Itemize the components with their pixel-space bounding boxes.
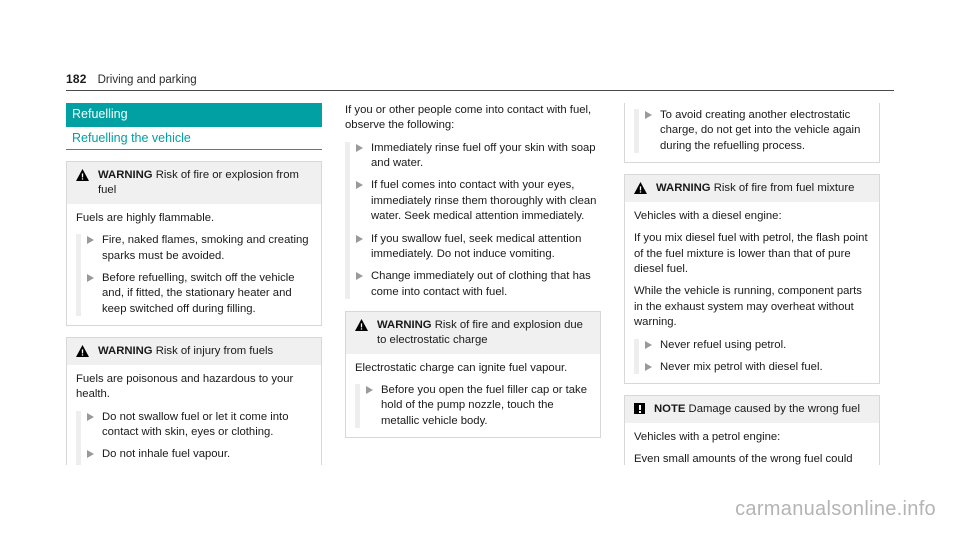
subsection-heading-refuelling-vehicle: Refuelling the vehicle <box>66 130 322 150</box>
bullet-list: Never refuel using petrol. Never mix pet… <box>634 338 871 376</box>
triangle-bullet-icon <box>366 386 374 395</box>
callout-body: To avoid creating another electrostatic … <box>625 103 879 162</box>
callout-body: Electrostatic charge can ignite fuel vap… <box>346 354 600 437</box>
triangle-bullet-icon <box>645 111 653 119</box>
site-watermark: carmanualsonline.info <box>735 498 936 520</box>
callout-header: WARNING Risk of fire and explosion due t… <box>346 311 600 354</box>
list-item: Before you open the fuel filler cap or t… <box>355 383 592 429</box>
callout-body: Fuels are poisonous and hazardous to you… <box>67 365 321 465</box>
callout-label: NOTE <box>654 403 686 416</box>
list-item-text: Change immediately out of clothing that … <box>371 270 591 298</box>
warning-triangle-icon <box>634 182 647 195</box>
triangle-bullet-icon <box>87 236 95 245</box>
list-item-text: Immediately rinse fuel off your skin wit… <box>371 141 596 170</box>
column-2: If you or other people come into contact… <box>345 103 601 465</box>
note-exclamation-icon <box>634 403 645 415</box>
callout-intro: Vehicles with a diesel engine: <box>634 209 782 222</box>
callout-label: WARNING <box>656 182 711 195</box>
warning-triangle-icon <box>76 344 89 357</box>
triangle-bullet-icon <box>87 450 95 459</box>
list-item-text: Do not swallow fuel or let it come into … <box>102 410 289 438</box>
list-item: Do not swallow fuel or let it come into … <box>76 410 313 441</box>
list-item: Immediately rinse fuel off your skin wit… <box>345 141 601 172</box>
callout-header: WARNING Risk of fire from fuel mixture <box>625 175 879 202</box>
list-item: To avoid creating another electrostatic … <box>634 108 871 154</box>
callout-title-text: Damage caused by the wrong fuel <box>688 403 860 416</box>
manual-page: 182 Driving and parking Refuelling Refue… <box>0 0 960 533</box>
callout-warning-electrostatic: WARNING Risk of fire and explosion due t… <box>345 310 601 439</box>
list-item-text: If you swallow fuel, seek medical atten­… <box>371 232 582 260</box>
triangle-bullet-icon <box>356 181 364 190</box>
callout-intro: Electrostatic charge can ignite fuel vap… <box>355 361 568 374</box>
bullet-list: Before you open the fuel filler cap or t… <box>355 383 592 429</box>
triangle-bullet-icon <box>87 412 95 421</box>
callout-title: WARNING Risk of injury from fuels <box>98 344 273 359</box>
callout-intro: Vehicles with a petrol engine: <box>634 431 781 444</box>
callout-title-text: Risk of fire from fuel mixture <box>713 182 855 195</box>
warning-triangle-icon <box>355 318 368 331</box>
bullet-list: To avoid creating another electrostatic … <box>634 108 871 154</box>
callout-electrostatic-continued: To avoid creating another electrostatic … <box>624 103 880 164</box>
list-item: Before refuelling, switch off the vehicl… <box>76 271 313 317</box>
callout-warning-fire: WARNING Risk of fire or explosion from f… <box>66 161 322 326</box>
callout-header: NOTE Damage caused by the wrong fuel <box>625 396 879 424</box>
list-item: If you swallow fuel, seek medical atten­… <box>345 232 601 263</box>
callout-label: WARNING <box>377 318 432 331</box>
list-item: If fuel comes into contact with your eye… <box>345 178 601 224</box>
page-number: 182 <box>66 72 87 86</box>
contact-bullet-list: Immediately rinse fuel off your skin wit… <box>345 141 601 300</box>
triangle-bullet-icon <box>356 143 364 152</box>
triangle-bullet-icon <box>356 272 364 281</box>
callout-warning-fuel-mixture: WARNING Risk of fire from fuel mixture V… <box>624 174 880 385</box>
callout-body: Vehicles with a diesel engine: If you mi… <box>625 202 879 383</box>
triangle-bullet-icon <box>87 273 95 282</box>
callout-paragraph: Even small amounts of the wrong fuel cou… <box>634 453 853 465</box>
callout-title: WARNING Risk of fire from fuel mixture <box>656 181 854 196</box>
callout-label: WARNING <box>98 344 153 357</box>
bullet-list: Fire, naked flames, smoking and creating… <box>76 233 313 317</box>
callout-paragraph: While the vehicle is running, component … <box>634 285 862 329</box>
list-item: Never refuel using petrol. <box>634 338 871 353</box>
list-item: Fire, naked flames, smoking and creating… <box>76 233 313 264</box>
list-item: Do not inhale fuel vapour. <box>76 447 313 462</box>
list-item-text: Fire, naked flames, smoking and creating… <box>102 234 309 262</box>
callout-label: WARNING <box>98 169 153 181</box>
triangle-bullet-icon <box>356 234 364 243</box>
list-item-text: Before you open the fuel filler cap or t… <box>381 384 587 427</box>
callout-title: WARNING Risk of fire and explosion due t… <box>377 318 592 348</box>
callout-note-wrong-fuel: NOTE Damage caused by the wrong fuel Veh… <box>624 395 880 465</box>
list-item-text: Before refuelling, switch off the vehicl… <box>102 271 295 315</box>
column-3: To avoid creating another electrostatic … <box>624 103 880 465</box>
list-item-text: Do not inhale fuel vapour. <box>102 448 231 461</box>
list-item-text: Never mix petrol with diesel fuel. <box>660 360 823 373</box>
column-1: Refuelling Refuelling the vehicle WARNIN… <box>66 103 322 465</box>
contact-intro-paragraph: If you or other people come into contact… <box>345 104 592 132</box>
callout-intro: Fuels are highly flammable. <box>76 211 215 224</box>
three-column-body: Refuelling Refuelling the vehicle WARNIN… <box>66 103 896 465</box>
list-item: Never mix petrol with diesel fuel. <box>634 360 871 375</box>
triangle-bullet-icon <box>645 362 653 371</box>
triangle-bullet-icon <box>645 340 653 349</box>
section-heading-refuelling: Refuelling <box>66 103 322 127</box>
bullet-list: Do not swallow fuel or let it come into … <box>76 410 313 465</box>
warning-triangle-icon <box>76 169 89 181</box>
callout-warning-injury: WARNING Risk of injury from fuels Fuels … <box>66 336 322 465</box>
callout-title: NOTE Damage caused by the wrong fuel <box>654 402 860 417</box>
callout-title-text: Risk of injury from fuels <box>155 344 274 357</box>
callout-intro: Fuels are poisonous and hazardous to you… <box>76 372 294 401</box>
list-item-text: Never refuel using petrol. <box>660 338 787 351</box>
callout-header: WARNING Risk of fire or explosion from f… <box>67 162 321 204</box>
callout-body: Vehicles with a petrol engine: Even smal… <box>625 423 879 465</box>
callout-body: Fuels are highly flammable. Fire, naked … <box>67 204 321 325</box>
callout-header: WARNING Risk of injury from fuels <box>67 337 321 365</box>
list-item-text: To avoid creating another electrostatic … <box>660 109 861 152</box>
page-header: 182 Driving and parking <box>66 72 894 91</box>
list-item-text: If fuel comes into contact with your eye… <box>371 179 597 223</box>
chapter-title: Driving and parking <box>97 74 197 86</box>
callout-paragraph: If you mix diesel fuel with petrol, the … <box>634 232 868 276</box>
list-item: Change immediately out of clothing that … <box>345 269 601 300</box>
callout-title: WARNING Risk of fire or explosion from f… <box>98 168 313 198</box>
